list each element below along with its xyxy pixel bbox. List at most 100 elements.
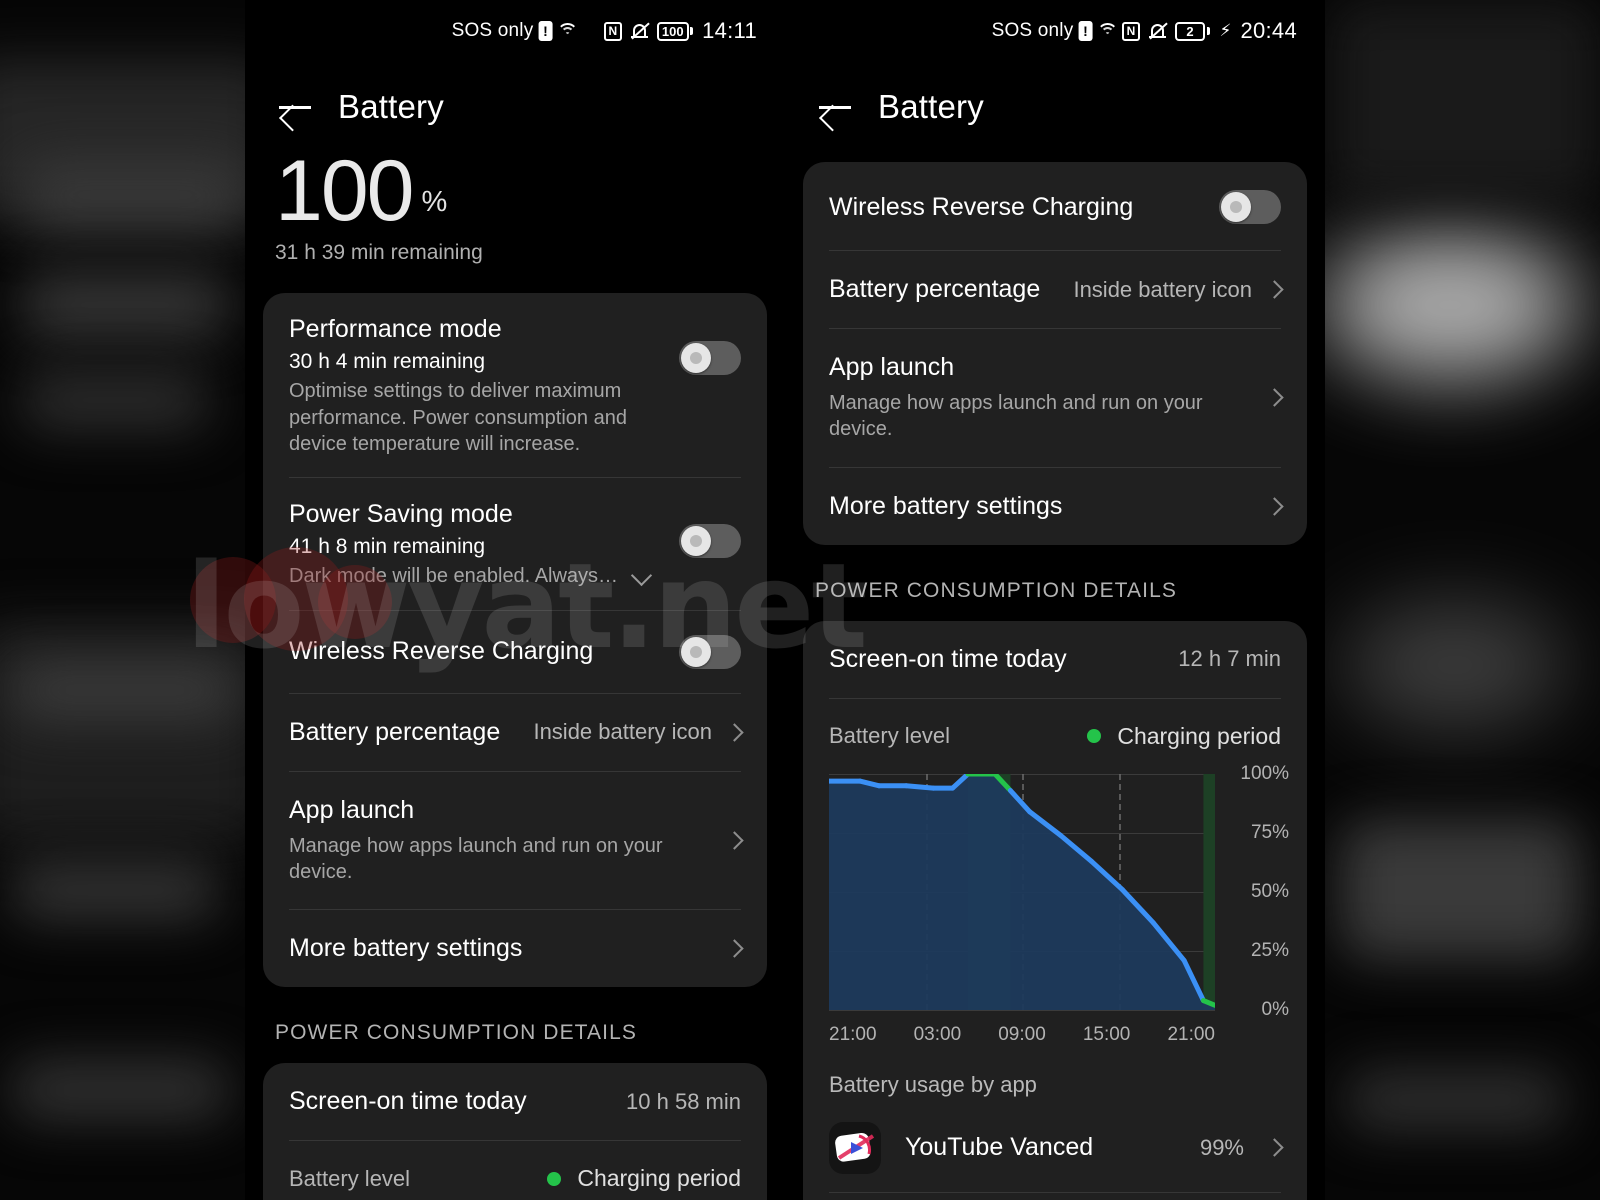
screen-on-time-value: 10 h 58 min (626, 1088, 741, 1114)
app-launch-description: Manage how apps launch and run on your d… (289, 834, 663, 884)
screen-on-time-label: Screen-on time today (289, 1087, 527, 1116)
bell-muted-icon (1149, 22, 1168, 41)
battery-percent-value: 100 (275, 143, 414, 239)
wireless-reverse-charging-toggle[interactable] (679, 634, 741, 669)
power-consumption-card-right: Screen-on time today 12 h 7 min Battery … (803, 620, 1307, 1200)
chart-legend-right: Battery level Charging period (803, 699, 1307, 758)
battery-percentage-label: Battery percentage (829, 275, 1041, 303)
chart-y-tick-label: 100% (1240, 762, 1289, 784)
chevron-right-icon[interactable] (1265, 388, 1284, 408)
chevron-right-icon[interactable] (1265, 1138, 1284, 1157)
power-saving-mode-row[interactable]: Power Saving mode 41 h 8 min remaining D… (263, 478, 767, 609)
more-battery-settings-row[interactable]: More battery settings (263, 910, 767, 987)
wireless-reverse-charging-label: Wireless Reverse Charging (829, 192, 1134, 221)
wifi-icon (557, 22, 579, 40)
nfc-icon: N (1122, 21, 1140, 41)
chart-y-tick-label: 0% (1261, 998, 1289, 1020)
wifi-icon (1097, 22, 1119, 40)
chart-legend-left: Battery level Charging period (263, 1141, 767, 1200)
battery-level-text: 100 (656, 21, 689, 41)
battery-percentage-row[interactable]: Battery percentage Inside battery icon (803, 251, 1307, 328)
battery-percentage-label: Battery percentage (289, 717, 501, 746)
app-launch-row[interactable]: App launch Manage how apps launch and ru… (263, 772, 767, 910)
chevron-right-icon[interactable] (725, 939, 744, 959)
chevron-right-icon[interactable] (1265, 280, 1284, 299)
chevron-right-icon[interactable] (725, 722, 744, 742)
status-bar-center: SOS only ! (992, 20, 1119, 42)
app-bar: Battery (785, 62, 1325, 140)
carrier-label: SOS only (451, 20, 534, 41)
performance-mode-toggle[interactable] (679, 341, 741, 376)
app-launch-label: App launch (289, 795, 415, 824)
back-arrow-icon[interactable] (275, 87, 315, 127)
battery-chart-plot-right (829, 773, 1215, 1011)
status-bar-center: SOS only ! (452, 20, 579, 42)
wireless-reverse-charging-row[interactable]: Wireless Reverse Charging (803, 162, 1307, 250)
back-arrow-icon[interactable] (815, 87, 855, 127)
chevron-right-icon[interactable] (725, 831, 744, 850)
screen-on-time-row: Screen-on time today 10 h 58 min (263, 1063, 767, 1140)
battery-usage-by-app-title: Battery usage by app (829, 1071, 1037, 1097)
battery-percentage-row[interactable]: Battery percentage Inside battery icon (263, 694, 767, 771)
chart-y-tick-label: 75% (1250, 821, 1289, 843)
performance-mode-row[interactable]: Performance mode 30 h 4 min remaining Op… (263, 293, 767, 477)
performance-mode-title: Performance mode (289, 315, 502, 344)
bg-blob (20, 160, 250, 230)
page-title: Battery (338, 88, 444, 125)
bg-blob (1340, 820, 1580, 960)
status-bar: SOS only ! N 2 ⚡ 20:44 (785, 0, 1325, 62)
bg-blob (0, 620, 270, 840)
status-bar-right: N 100 14:11 (603, 18, 757, 44)
battery-settings-card-right: Wireless Reverse Charging Battery percen… (803, 162, 1307, 545)
power-consumption-section-label: POWER CONSUMPTION DETAILS (815, 578, 1177, 602)
bg-blob (10, 1060, 230, 1120)
chart-y-tick-label: 50% (1250, 880, 1289, 902)
battery-settings-card-left: Performance mode 30 h 4 min remaining Op… (263, 293, 767, 988)
screen-on-time-value: 12 h 7 min (1178, 646, 1281, 672)
battery-chart-y-axis-right: 100% 75% 50% 25% 0% (1215, 763, 1289, 1020)
chart-x-tick-label: 03:00 (913, 1023, 962, 1045)
battery-level-text: 2 (1175, 21, 1205, 41)
youtube-vanced-icon (829, 1121, 881, 1174)
nfc-icon: N (603, 21, 622, 41)
charging-period-legend-label: Charging period (1117, 722, 1281, 749)
bg-blob (1345, 1070, 1565, 1130)
chevron-right-icon[interactable] (1265, 497, 1284, 516)
battery-percentage-value: Inside battery icon (1073, 276, 1252, 302)
chart-gridline (829, 1009, 1215, 1011)
percent-symbol: % (421, 186, 448, 219)
chart-x-tick-label: 09:00 (998, 1023, 1046, 1045)
bg-blob (20, 370, 210, 430)
wireless-reverse-charging-toggle[interactable] (1219, 190, 1281, 224)
battery-icon: 2 (1175, 21, 1210, 41)
screen-on-time-row: Screen-on time today 12 h 7 min (803, 621, 1307, 698)
sos-alert-icon: ! (1078, 21, 1093, 41)
battery-chart-right: 100% 75% 50% 25% 0% (803, 758, 1307, 1020)
chart-x-tick-label: 21:00 (1167, 1023, 1215, 1045)
more-battery-settings-row[interactable]: More battery settings (803, 468, 1307, 545)
power-saving-mode-toggle[interactable] (679, 524, 741, 559)
power-saving-mode-title: Power Saving mode (289, 500, 513, 529)
more-battery-settings-label: More battery settings (289, 934, 523, 963)
wireless-reverse-charging-row[interactable]: Wireless Reverse Charging (263, 611, 767, 693)
wireless-reverse-charging-label: Wireless Reverse Charging (289, 637, 594, 666)
bg-blob (10, 860, 220, 920)
chart-x-tick-label: 21:00 (829, 1023, 877, 1045)
power-consumption-card-left: Screen-on time today 10 h 58 min Battery… (263, 1063, 767, 1200)
bg-blob (1330, 0, 1600, 200)
page-title: Battery (878, 88, 984, 125)
bg-blob (20, 270, 230, 340)
status-bar-right: N 2 ⚡ 20:44 (1122, 18, 1297, 44)
sos-alert-icon: ! (538, 21, 553, 41)
app-launch-row[interactable]: App launch Manage how apps launch and ru… (803, 329, 1307, 467)
charging-bolt-icon: ⚡ (1219, 21, 1232, 40)
app-usage-row[interactable]: YouTube Vanced 99% (803, 1104, 1307, 1192)
app-usage-row[interactable] (803, 1193, 1307, 1200)
battery-level-legend-label: Battery level (289, 1165, 411, 1191)
charging-period-legend-label: Charging period (577, 1165, 741, 1192)
bell-muted-icon (630, 22, 650, 41)
chevron-down-icon[interactable] (630, 564, 653, 587)
performance-mode-remaining: 30 h 4 min remaining (289, 350, 486, 374)
app-launch-label: App launch (829, 353, 955, 381)
battery-icon: 100 (656, 21, 694, 41)
